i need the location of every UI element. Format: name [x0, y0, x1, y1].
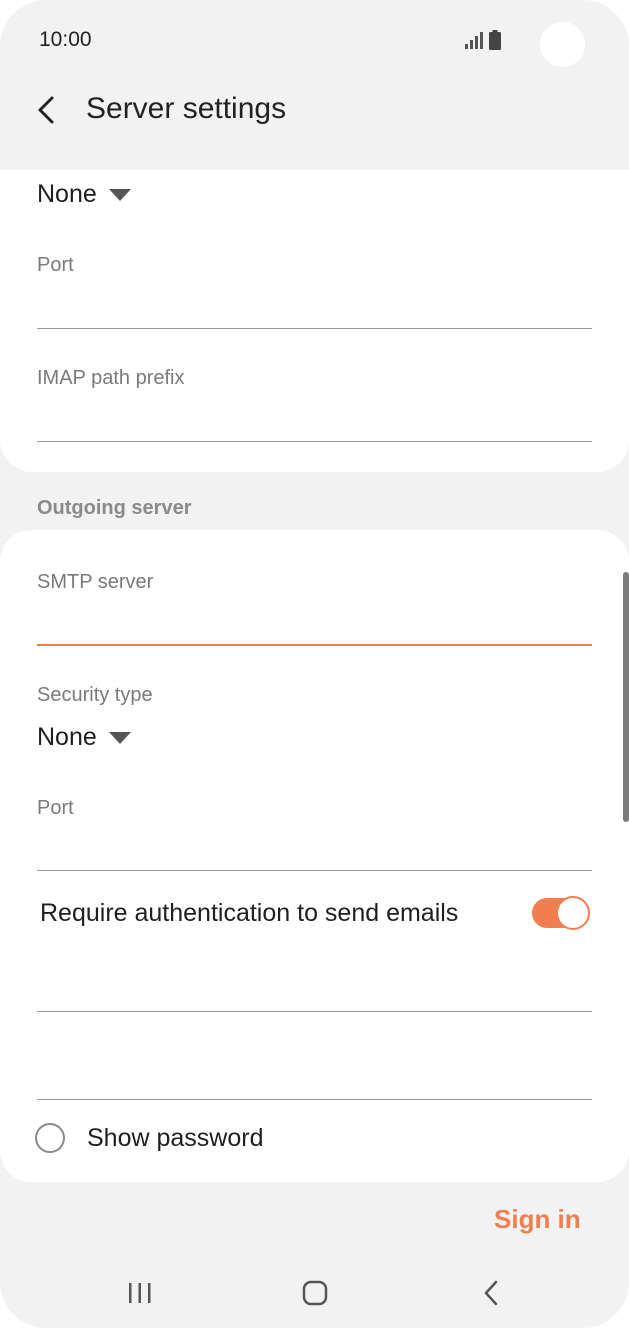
nav-back-icon[interactable]: [481, 1279, 501, 1307]
recents-icon[interactable]: [128, 1283, 152, 1303]
outgoing-security-type-label: Security type: [37, 684, 153, 706]
password-input[interactable]: [37, 1099, 592, 1100]
outgoing-security-type-dropdown[interactable]: None: [37, 723, 131, 752]
outgoing-security-type-value: None: [37, 723, 97, 751]
show-password-checkbox[interactable]: Show password: [35, 1123, 263, 1153]
home-icon[interactable]: [302, 1280, 328, 1306]
phone-screen: 10:00 Server settings None Port IMAP pat…: [0, 0, 629, 1328]
show-password-radio-icon: [35, 1123, 65, 1153]
incoming-security-type-value: None: [37, 180, 97, 208]
status-bar: 10:00: [0, 0, 629, 80]
outgoing-server-card: [0, 530, 629, 1182]
sign-in-button[interactable]: Sign in: [494, 1204, 581, 1235]
smtp-server-label: SMTP server: [37, 571, 154, 593]
outgoing-port-input[interactable]: [37, 870, 592, 871]
caret-down-icon: [108, 188, 131, 201]
scrollbar[interactable]: [623, 572, 629, 822]
require-auth-toggle[interactable]: [532, 896, 590, 930]
outgoing-port-label: Port: [37, 797, 74, 819]
incoming-security-type-dropdown[interactable]: None: [37, 180, 131, 209]
camera-cutout: [540, 22, 585, 67]
signal-icon: [465, 32, 483, 49]
incoming-server-card: [0, 170, 629, 472]
username-input[interactable]: [37, 1011, 592, 1012]
back-arrow-icon[interactable]: [30, 92, 66, 128]
outgoing-server-section-label: Outgoing server: [37, 497, 192, 519]
battery-icon: [489, 30, 501, 50]
imap-prefix-label: IMAP path prefix: [37, 367, 185, 389]
toggle-thumb: [556, 896, 590, 930]
status-time: 10:00: [39, 28, 92, 51]
incoming-port-input[interactable]: [37, 328, 592, 329]
show-password-label: Show password: [87, 1123, 264, 1152]
smtp-server-input[interactable]: [37, 644, 592, 646]
require-auth-label: Require authentication to send emails: [40, 899, 459, 927]
page-title: Server settings: [86, 92, 287, 125]
caret-down-icon: [108, 731, 131, 744]
incoming-port-label: Port: [37, 254, 74, 276]
imap-prefix-input[interactable]: [37, 441, 592, 442]
